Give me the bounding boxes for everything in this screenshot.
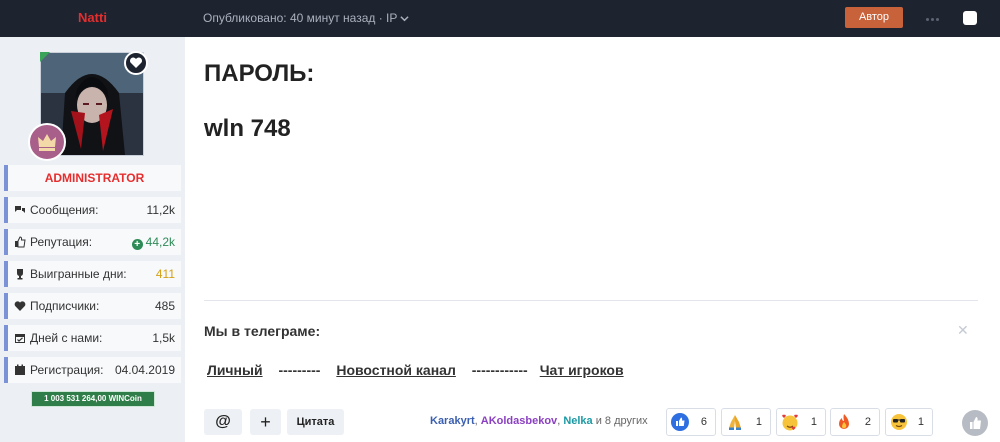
more-options-icon[interactable]: [926, 11, 944, 23]
author-name-link[interactable]: Natti: [0, 0, 185, 37]
stat-value: 11,2k: [146, 203, 175, 217]
posted-time-text: Опубликовано: 40 минут назад · IP: [203, 11, 398, 25]
trophy-icon: [14, 268, 26, 280]
stat-registered: Регистрация: 04.04.2019: [4, 357, 181, 383]
reactor-user[interactable]: Nelka: [563, 415, 592, 427]
multiquote-button[interactable]: +: [250, 409, 281, 435]
stat-label: Дней с нами:: [30, 331, 103, 345]
link-players-chat[interactable]: Чат игроков: [540, 362, 624, 378]
stat-reputation: Репутация: +44,2k: [4, 229, 181, 255]
author-sidebar: ADMINISTRATOR Сообщения: 11,2k Репутация…: [0, 37, 185, 442]
follow-heart-icon[interactable]: [124, 51, 148, 75]
calendar-icon: [14, 364, 26, 376]
signature-links: Личный --------- Новостной канал -------…: [207, 362, 624, 378]
reactor-others[interactable]: и 8 других: [593, 415, 648, 427]
reaction-count: 1: [755, 416, 762, 428]
reaction-like[interactable]: 6: [666, 408, 716, 436]
crown-rank-icon: [28, 123, 66, 161]
reactor-user[interactable]: AKoldasbekov: [481, 415, 557, 427]
sunglasses-icon: [890, 413, 908, 431]
stat-value: 485: [154, 299, 175, 313]
like-icon: [671, 413, 689, 431]
stat-value: +44,2k: [131, 229, 175, 255]
reaction-cool[interactable]: 1: [885, 408, 933, 436]
thumbs-up-icon: [14, 236, 26, 248]
user-role: ADMINISTRATOR: [4, 165, 181, 191]
stat-label: Подписчики:: [30, 299, 100, 313]
stat-days-with-us: Дней с нами: 1,5k: [4, 325, 181, 351]
link-news-channel[interactable]: Новостной канал: [336, 362, 456, 378]
reaction-count: 1: [917, 416, 924, 428]
select-post-checkbox[interactable]: [963, 11, 977, 25]
post-password: wln 748: [204, 115, 291, 142]
reputation-value: 44,2k: [145, 235, 175, 249]
stat-days-won: Выигранные дни: 411: [4, 261, 181, 287]
signature-title: Мы в телеграме:: [204, 323, 321, 339]
posted-time[interactable]: Опубликовано: 40 минут назад · IP: [203, 0, 410, 37]
comments-icon: [14, 204, 26, 216]
calendar-check-icon: [14, 332, 26, 344]
separator: ------------: [471, 362, 528, 378]
stat-value: 1,5k: [152, 331, 175, 345]
reaction-count: 6: [700, 416, 707, 428]
author-badge: Автор: [845, 7, 903, 28]
close-icon[interactable]: ✕: [957, 322, 969, 339]
coin-balance-badge: 1 003 531 264,00 WINCoin: [31, 391, 155, 407]
stat-label: Регистрация:: [30, 363, 104, 377]
reaction-love[interactable]: 1: [776, 408, 826, 436]
top-bar: Natti Опубликовано: 40 минут назад · IP …: [0, 0, 1000, 37]
stat-value: 04.04.2019: [114, 363, 175, 377]
reaction-fire[interactable]: 2: [830, 408, 880, 436]
stat-value[interactable]: 411: [156, 261, 175, 287]
pray-icon: [726, 413, 744, 431]
stat-followers: Подписчики: 485: [4, 293, 181, 319]
chevron-down-icon: [400, 0, 410, 36]
mention-button[interactable]: @: [204, 409, 242, 435]
quote-button[interactable]: Цитата: [287, 409, 344, 435]
plus-circle-icon: +: [131, 239, 143, 250]
separator: ---------: [278, 362, 321, 378]
stat-label: Сообщения:: [30, 203, 99, 217]
post-heading: ПАРОЛЬ:: [204, 60, 315, 87]
heart-icon: [14, 300, 26, 312]
stat-label: Выигранные дни:: [30, 267, 127, 281]
reactor-user[interactable]: Karakyrt: [430, 415, 475, 427]
reaction-pray[interactable]: 1: [721, 408, 771, 436]
signature-divider: [204, 300, 978, 301]
stat-label: Репутация:: [30, 235, 93, 249]
react-thumbs-up-icon[interactable]: [962, 410, 988, 436]
reactors-summary[interactable]: Karakyrt, AKoldasbekov, Nelka и 8 других: [430, 415, 648, 427]
stat-posts: Сообщения: 11,2k: [4, 197, 181, 223]
reaction-count: 2: [864, 416, 871, 428]
reaction-count: 1: [810, 416, 817, 428]
smiling-hearts-icon: [781, 413, 799, 431]
fire-icon: [835, 413, 853, 431]
link-personal[interactable]: Личный: [207, 362, 263, 378]
online-indicator: [40, 52, 50, 62]
